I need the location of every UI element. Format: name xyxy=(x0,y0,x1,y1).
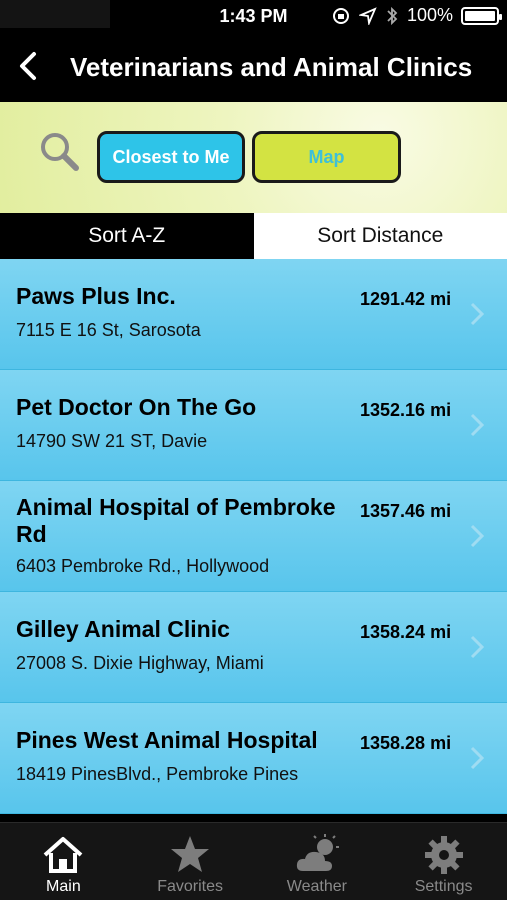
status-bar: 1:43 PM 100% xyxy=(0,0,507,32)
location-arrow-icon xyxy=(358,6,377,25)
list-item[interactable]: Animal Hospital of Pembroke Rd 6403 Pemb… xyxy=(0,481,507,592)
map-button[interactable]: Map xyxy=(252,131,401,183)
clinic-address: 27008 S. Dixie Highway, Miami xyxy=(16,653,264,673)
chevron-right-icon xyxy=(470,746,485,770)
battery-icon xyxy=(461,6,502,25)
battery-percent: 100% xyxy=(406,5,453,25)
star-icon xyxy=(171,836,210,872)
clinic-distance: 1357.46 mi xyxy=(360,501,452,521)
clinic-name: Paws Plus Inc. xyxy=(16,283,176,309)
home-icon xyxy=(44,837,83,873)
clinic-name: Animal Hospital of Pembroke Rd xyxy=(16,494,336,547)
clinic-name: Pet Doctor On The Go xyxy=(16,394,257,420)
clinic-address: 7115 E 16 St, Sarosota xyxy=(16,320,201,340)
clinic-distance: 1358.24 mi xyxy=(360,622,452,642)
list-item[interactable]: Pines West Animal Hospital 18419 PinesBl… xyxy=(0,703,507,814)
bluetooth-icon xyxy=(387,6,398,25)
tab-label: Main xyxy=(46,878,81,895)
chevron-right-icon xyxy=(470,302,485,326)
clinic-name: Pines West Animal Hospital xyxy=(16,727,318,753)
chevron-right-icon xyxy=(470,413,485,437)
sort-segmented-control: Sort A-Z Sort Distance xyxy=(0,213,507,259)
sort-distance-tab[interactable]: Sort Distance xyxy=(253,213,507,259)
tab-settings[interactable]: Settings xyxy=(380,823,507,900)
clinic-address: 6403 Pembroke Rd., Hollywood xyxy=(16,556,270,576)
chevron-right-icon xyxy=(470,635,485,659)
tab-bar: Main Favorites Weather Settings xyxy=(0,822,507,900)
chevron-right-icon xyxy=(470,524,485,548)
nav-bar: Veterinarians and Animal Clinics xyxy=(0,32,507,102)
page-title: Veterinarians and Animal Clinics xyxy=(70,52,473,82)
list-item[interactable]: Pet Doctor On The Go 14790 SW 21 ST, Dav… xyxy=(0,370,507,481)
battery-fill xyxy=(465,10,495,21)
clinic-address: 14790 SW 21 ST, Davie xyxy=(16,431,208,451)
search-icon[interactable] xyxy=(38,130,82,174)
sort-az-tab[interactable]: Sort A-Z xyxy=(0,213,254,259)
tab-weather[interactable]: Weather xyxy=(254,823,381,900)
closest-to-me-button[interactable]: Closest to Me xyxy=(97,131,245,183)
cloud-sun-icon xyxy=(296,834,339,871)
status-right: 100% xyxy=(331,5,502,26)
clinic-list: Paws Plus Inc. 7115 E 16 St, Sarosota 12… xyxy=(0,259,507,822)
tab-label: Settings xyxy=(414,878,473,895)
tab-label: Weather xyxy=(286,878,347,895)
list-item[interactable]: Gilley Animal Clinic 27008 S. Dixie High… xyxy=(0,592,507,703)
clinic-name: Gilley Animal Clinic xyxy=(16,616,230,642)
clinic-distance: 1352.16 mi xyxy=(360,400,452,420)
tab-label: Favorites xyxy=(157,878,224,895)
tab-favorites[interactable]: Favorites xyxy=(127,823,254,900)
list-item[interactable]: Paws Plus Inc. 7115 E 16 St, Sarosota 12… xyxy=(0,259,507,370)
clinic-distance: 1291.42 mi xyxy=(360,289,452,309)
clinic-address: 18419 PinesBlvd., Pembroke Pines xyxy=(16,764,299,784)
lock-rotation-icon xyxy=(332,7,349,24)
gear-icon xyxy=(424,836,463,874)
clinic-distance: 1358.28 mi xyxy=(360,733,452,753)
chevron-left-icon[interactable] xyxy=(10,46,50,86)
tab-main[interactable]: Main xyxy=(0,823,127,900)
